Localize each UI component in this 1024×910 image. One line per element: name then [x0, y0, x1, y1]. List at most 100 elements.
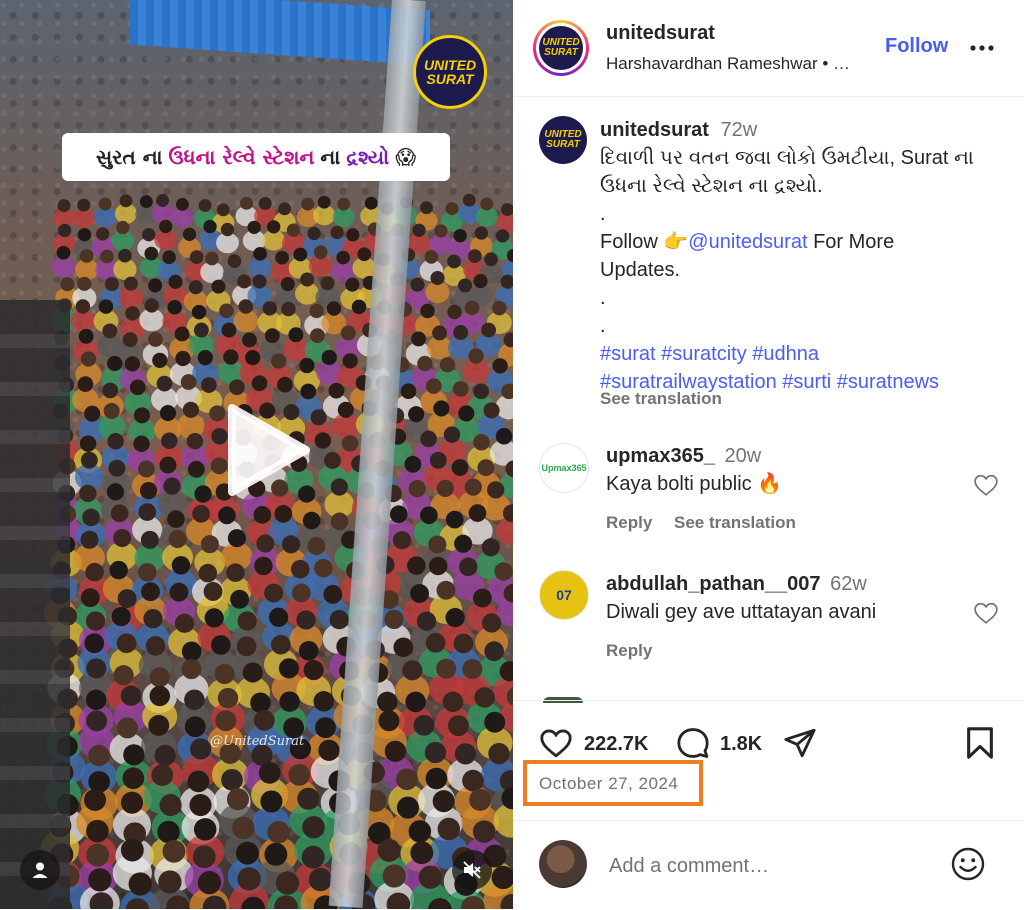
tagged-user-button[interactable]	[20, 850, 60, 890]
comment-see-translation-link[interactable]: See translation	[674, 513, 796, 533]
comment-bubble-icon[interactable]	[675, 726, 711, 760]
crowd-person-head	[453, 633, 474, 654]
crowd-person-head	[314, 558, 333, 578]
crowd-person-head	[197, 350, 213, 366]
crowd-person-head	[151, 764, 174, 786]
crowd-person-head	[364, 196, 378, 210]
crowd-person-head	[480, 197, 494, 211]
crowd-person-head	[473, 433, 490, 451]
crowd-person-head	[468, 348, 484, 364]
crowd-person-head	[175, 350, 191, 367]
crowd-person-head	[129, 379, 146, 396]
emoji-picker-icon[interactable]	[950, 846, 986, 882]
crowd-person-head	[323, 584, 343, 604]
crowd-person-head	[454, 743, 477, 765]
crowd-person-head	[384, 740, 407, 762]
crowd-person-head	[433, 400, 450, 417]
crowd-person-head	[442, 691, 464, 713]
crowd-person-head	[301, 197, 315, 211]
crowd-person-head	[133, 435, 150, 453]
crowd-person-head	[120, 685, 142, 706]
like-heart-icon[interactable]	[538, 726, 574, 760]
caption-updates: Updates.	[600, 259, 681, 281]
crowd-person-head	[453, 229, 467, 243]
crowd-person-head	[291, 583, 311, 603]
crowd-person-head	[211, 279, 226, 294]
crowd-person-head	[162, 250, 176, 265]
crowd-person-head	[425, 767, 448, 790]
crowd-person-head	[377, 838, 401, 862]
caption-see-translation-link[interactable]: See translation	[600, 389, 722, 409]
crowd-person-head	[102, 382, 119, 399]
crowd-person-head	[288, 764, 311, 786]
author-avatar[interactable]: UNITED SURAT	[533, 20, 589, 76]
crowd-person-head	[138, 563, 157, 582]
crowd-person-head	[473, 274, 488, 289]
comment-avatar[interactable]: Upmax365	[539, 443, 589, 493]
crowd-person-head	[267, 220, 281, 234]
crowd-person-head	[410, 277, 425, 292]
crowd-person-head	[473, 383, 490, 400]
comment-count[interactable]: 1.8K	[720, 733, 762, 756]
caption-username[interactable]: unitedsurat	[600, 119, 709, 141]
save-bookmark-icon[interactable]	[965, 726, 995, 760]
play-icon[interactable]	[214, 400, 314, 500]
crowd-person-head	[277, 376, 293, 393]
crowd-person-head	[205, 251, 219, 266]
crowd-person-head	[408, 820, 432, 843]
crowd-person-head	[80, 351, 97, 367]
author-username[interactable]: unitedsurat	[606, 22, 715, 45]
crowd-person-head	[492, 300, 507, 316]
caption-hashtags-line1[interactable]: #surat #suratcity #udhna	[600, 340, 1010, 368]
mute-toggle-button[interactable]	[452, 850, 492, 890]
crowd-person-head	[220, 222, 235, 237]
comment-like-heart-icon[interactable]	[973, 472, 999, 498]
crowd-person-head	[120, 791, 144, 814]
crowd-person-head	[458, 557, 478, 577]
crowd-person-head	[451, 459, 469, 476]
crowd-person-head	[238, 299, 254, 314]
comment-username[interactable]: upmax365_	[606, 445, 715, 467]
crowd-person-head	[281, 301, 296, 317]
crowd-person-head	[382, 864, 406, 888]
post-date[interactable]: October 27, 2024	[539, 774, 678, 794]
crowd-person-head	[98, 299, 114, 314]
crowd-person-head	[190, 738, 212, 760]
caption-avatar[interactable]: UNITED SURAT	[539, 116, 587, 164]
crowd-person-head	[77, 228, 92, 242]
share-send-icon[interactable]	[781, 726, 819, 760]
crowd-person-head	[425, 378, 442, 394]
comment-like-heart-icon[interactable]	[973, 600, 999, 626]
comment-reply-link[interactable]: Reply	[606, 641, 652, 661]
add-comment-input[interactable]	[607, 850, 941, 882]
caption-time: 72w	[720, 119, 758, 141]
crowd-person-head	[104, 277, 119, 292]
comment-username[interactable]: abdullah_pathan__007	[606, 573, 821, 595]
crowd-person-head	[267, 821, 290, 844]
crowd-person-head	[149, 685, 171, 707]
crowd-person-head	[253, 709, 275, 731]
crowd-person-head	[215, 710, 237, 732]
follow-button[interactable]: Follow	[885, 35, 948, 58]
crowd-person-head	[357, 247, 372, 262]
audio-attribution[interactable]: Harshavardhan Rameshwar • …	[606, 54, 850, 74]
overlay-caption-banner: સુરત ના ઉધના રેલ્વે સ્ટેશન ના દ્રશ્યો 😱	[62, 133, 450, 181]
more-options-icon[interactable]	[969, 36, 995, 60]
caption-dot1: .	[600, 203, 606, 225]
current-user-avatar[interactable]	[539, 840, 587, 888]
crowd-person-head	[203, 219, 217, 234]
crowd-person-head	[226, 788, 250, 811]
post-media[interactable]: UNITED SURAT સુરત ના ઉધના રેલ્વે સ્ટેશન …	[0, 0, 513, 909]
crowd-person-head	[351, 299, 367, 315]
crowd-person-head	[156, 375, 173, 392]
crowd-person-head	[56, 245, 71, 260]
comment-reply-link[interactable]: Reply	[606, 513, 652, 533]
crowd-person-head	[84, 405, 101, 422]
crowd-person-head	[237, 611, 257, 631]
crowd-person-head	[458, 405, 475, 422]
crowd-person-head	[462, 193, 476, 207]
comment-avatar[interactable]: 07	[539, 570, 589, 620]
caption-mention-link[interactable]: @unitedsurat	[688, 231, 807, 253]
like-count[interactable]: 222.7K	[584, 733, 649, 756]
crowd-person-head	[301, 845, 325, 869]
